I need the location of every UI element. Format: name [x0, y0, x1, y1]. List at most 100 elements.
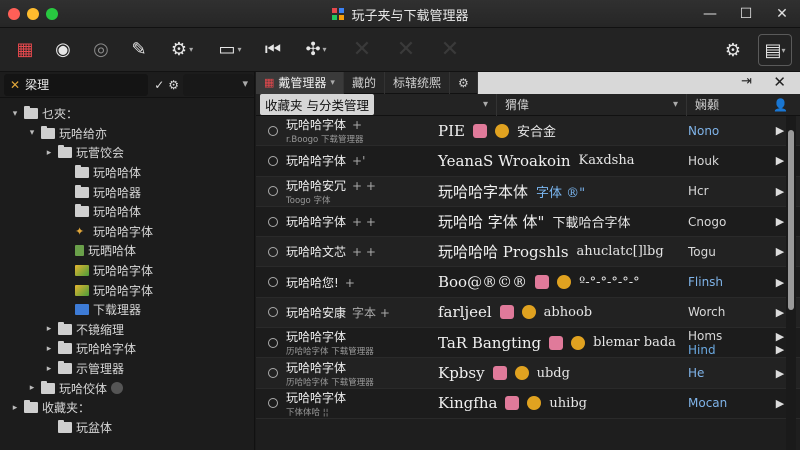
tree-item[interactable]: ▾ 玩哈给亦	[0, 124, 254, 144]
sidebar-dropdown[interactable]	[183, 73, 254, 96]
font-row[interactable]: 玩哈哈字体 历哈哈字体 下载管理器 TaR Bangting blemar bada H…	[256, 328, 800, 359]
tree-item[interactable]: ▸ 示管理器	[0, 359, 254, 379]
select-radio[interactable]	[268, 155, 278, 166]
tree-item[interactable]: 玩盆体	[0, 418, 254, 438]
tab-settings[interactable]: ⚙	[450, 71, 478, 94]
gear-icon[interactable]: ⚙	[168, 78, 179, 92]
chevron-right-icon[interactable]: ▸	[44, 364, 54, 374]
add-icon[interactable]: + +	[352, 215, 376, 229]
monitor-menu-button[interactable]: ▭ ▾	[208, 34, 252, 66]
font-row[interactable]: 玩哈哈字体 + + 玩哈哈 字体 体" 下載哈合字体 Cnogo ▶	[256, 206, 800, 238]
play-arrow-icon[interactable]: ▶	[776, 367, 784, 380]
tree-item[interactable]: 玩哈哈字体	[0, 280, 254, 300]
tab-tags[interactable]: 标辖统熈	[385, 71, 450, 94]
sidebar-filter-field[interactable]: ✕ 梁理	[4, 73, 149, 96]
play-arrow-icon[interactable]: ▶	[776, 154, 784, 167]
close-window-button[interactable]	[8, 7, 20, 20]
font-row[interactable]: 玩哈哈字体 + r.Boogo 下载管理器 PIE 安合金 Nono ▶	[256, 116, 800, 147]
minimize-window-button[interactable]	[27, 7, 39, 20]
tree-item[interactable]: ▸ 玩哈哈字体	[0, 339, 254, 359]
select-radio[interactable]	[268, 337, 278, 348]
font-name: 玩哈哈您! +	[270, 274, 436, 291]
tab-bar: ▦ 戴管理器 ▾ 藏的 标辖统熈 ⚙ ⇥ ✕	[256, 71, 800, 94]
tree-item[interactable]: 下载理器	[0, 300, 254, 320]
tree-item[interactable]: ▸ 玩哈佼体	[0, 378, 254, 398]
rewind-button[interactable]: ⏮	[256, 34, 290, 66]
close-icon[interactable]: ✕	[773, 73, 786, 91]
tree-item[interactable]: 玩晒哈体	[0, 241, 254, 261]
tab-download-manager[interactable]: ▦ 戴管理器 ▾	[256, 71, 344, 94]
font-sample-secondary: º-°-°-°-°-°	[579, 274, 640, 290]
select-radio[interactable]	[268, 246, 278, 257]
font-name: 玩哈哈安康 字本 +	[270, 304, 436, 321]
play-arrow-icon[interactable]: ▶	[776, 215, 784, 228]
select-radio[interactable]	[268, 216, 278, 227]
column-header-sample[interactable]: 猬偉 ▾	[496, 93, 686, 116]
chevron-down-icon[interactable]: ▾	[10, 109, 20, 119]
font-row[interactable]: 玩哈哈安冗 + + Toogo 字体 玩哈哈字本体 字体 ®" Hcr ▶	[256, 176, 800, 207]
font-row[interactable]: 玩哈哈字体 历哈哈字体 下载管理器 Kpbsy ubdg He ▶	[256, 358, 800, 389]
chevron-right-icon[interactable]: ▸	[44, 324, 54, 334]
scrollbar-thumb[interactable]	[788, 130, 794, 310]
camera-alt-button[interactable]: ◎	[84, 34, 118, 66]
gear-menu-button[interactable]: ⚙ ▾	[160, 34, 204, 66]
minimize-button[interactable]: —	[692, 6, 728, 22]
tree-item[interactable]: 玩哈哈体	[0, 202, 254, 222]
font-row[interactable]: 玩哈哈您! + Boo@®©® º-°-°-°-°-° Flinsh ▶	[256, 267, 800, 298]
close-button[interactable]: ✕	[764, 6, 800, 22]
add-icon[interactable]: +	[345, 276, 355, 290]
play-arrow-icon[interactable]: ▶	[776, 124, 784, 137]
star-icon: ✦	[75, 224, 85, 238]
add-icon[interactable]: + +	[352, 245, 376, 259]
add-icon[interactable]: 字本 +	[352, 306, 390, 320]
play-arrow-icon[interactable]: ▶	[776, 397, 784, 410]
select-radio[interactable]	[268, 125, 278, 136]
chevron-right-icon[interactable]: ▸	[27, 383, 37, 393]
play-arrow-icon[interactable]: ▶	[776, 330, 784, 343]
layout-menu-button[interactable]: ▤ ▾	[758, 34, 792, 66]
person-icon[interactable]: 👤	[773, 98, 788, 112]
chevron-right-icon[interactable]: ▸	[10, 403, 20, 413]
tree-item[interactable]: ▸ 不镜缩理	[0, 320, 254, 340]
settings-button[interactable]: ⚙	[716, 34, 750, 66]
play-arrow-icon[interactable]: ▶	[776, 306, 784, 319]
check-icon[interactable]: ✓	[154, 78, 164, 92]
compass-menu-button[interactable]: ✣ ▾	[294, 34, 338, 66]
font-row[interactable]: 玩哈哈字体 +' YeanaS Wroakoin Kaxdsha Houk ▶	[256, 146, 800, 177]
font-row[interactable]: 玩哈哈安康 字本 + farljeel abhoob Worch ▶	[256, 297, 800, 329]
tab-favorites[interactable]: 藏的	[344, 71, 385, 94]
chevron-down-icon[interactable]: ▾	[27, 128, 37, 138]
zoom-window-button[interactable]	[46, 7, 58, 20]
chevron-right-icon[interactable]: ▸	[44, 344, 54, 354]
tree-item[interactable]: ✦ 玩哈哈字体	[0, 222, 254, 242]
window-traffic-lights	[8, 7, 58, 20]
tree-item[interactable]: ▸ 玩菅饺会	[0, 143, 254, 163]
add-icon[interactable]: + +	[352, 179, 376, 193]
font-row[interactable]: 玩哈哈文芯 + + 玩哈哈哈 Progshls ahuclatc[]lbg Togu ▶	[256, 237, 800, 268]
maximize-button[interactable]: ☐	[728, 6, 764, 22]
tree-item[interactable]: 玩哈哈器	[0, 182, 254, 202]
font-sample-secondary: ubdg	[536, 365, 570, 381]
app-grid-button[interactable]: ▦	[8, 34, 42, 66]
tree-item[interactable]: 玩哈哈体	[0, 163, 254, 183]
play-arrow-icon[interactable]: ▶	[776, 276, 784, 289]
font-row[interactable]: 玩哈哈字体 下体体哈 ¦¦ Kingfha uhibg Mocan ▶	[256, 388, 800, 419]
chevron-right-icon[interactable]: ▸	[44, 148, 54, 158]
play-arrow-icon[interactable]: ▶	[776, 185, 784, 198]
pin-icon[interactable]: ⇥	[741, 74, 752, 89]
vertical-scrollbar[interactable]	[786, 116, 796, 450]
add-icon[interactable]: +'	[352, 154, 365, 168]
tree-item[interactable]: ▸ 收藏夹：	[0, 398, 254, 418]
select-radio[interactable]	[268, 368, 278, 379]
chevron-down-icon: ▾	[672, 99, 678, 110]
chat-button[interactable]: ✎	[122, 34, 156, 66]
column-header-name[interactable]: 收藏夹 与分类管理 ▾	[256, 94, 496, 116]
camera-button[interactable]: ◉	[46, 34, 80, 66]
play-arrow-icon[interactable]: ▶	[776, 245, 784, 258]
tree-item[interactable]: 玩哈哈字体	[0, 261, 254, 281]
play-arrow-icon[interactable]: ▶	[776, 343, 784, 356]
tree-item[interactable]: ▾ 乜夾：	[0, 104, 254, 124]
add-icon[interactable]: +	[352, 118, 362, 132]
font-name: 玩哈哈字体 +	[270, 116, 436, 133]
column-header-type[interactable]: 娴颡 👤	[686, 93, 796, 116]
